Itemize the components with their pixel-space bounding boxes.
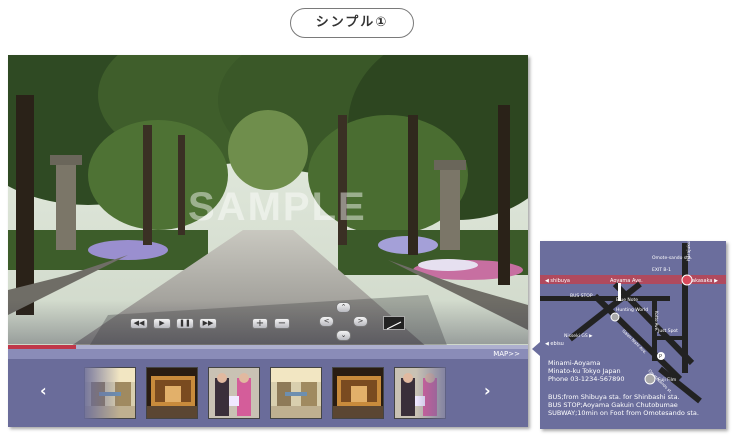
address-line-2: Minato-ku Tokyo Japan xyxy=(548,367,621,375)
pan-up-button[interactable]: ⌃ xyxy=(336,302,351,313)
label-akasaka: akasaka ▶ xyxy=(692,278,718,284)
label-shibuya: ◀ shibuya xyxy=(545,278,570,284)
photo-viewer: SAMPLE ◀◀ ▶ ❚❚ ▶▶ + − ⌃ < > ⌄ MAP>> ‹ › xyxy=(8,55,528,427)
play-button[interactable]: ▶ xyxy=(153,318,171,329)
bus-stop-marker xyxy=(610,312,620,322)
thumbnail-strip: ‹ › xyxy=(8,359,528,427)
rewind-button[interactable]: ◀◀ xyxy=(130,318,148,329)
zoom-in-button[interactable]: + xyxy=(252,318,268,329)
thumbnail-6[interactable] xyxy=(394,367,446,419)
access-block: BUS;from Shibuya sta. for Shinbashi sta.… xyxy=(548,393,699,417)
label-ebisu: ◀ ebisu xyxy=(545,341,564,347)
map-panel-pointer xyxy=(532,342,540,356)
playback-controls: ◀◀ ▶ ❚❚ ▶▶ + − ⌃ < > ⌄ xyxy=(8,300,528,344)
pan-down-button[interactable]: ⌄ xyxy=(336,330,351,341)
page-title: シンプル① xyxy=(290,8,414,38)
thumbnail-prev-icon[interactable]: ‹ xyxy=(40,381,47,400)
address-block: Minami-Aoyama Minato-ku Tokyo Japan Phon… xyxy=(548,359,625,383)
pause-button[interactable]: ❚❚ xyxy=(176,318,194,329)
ebisu-road xyxy=(540,296,670,301)
side-street xyxy=(657,336,682,340)
label-hunting-world: Hunting World xyxy=(616,307,648,313)
station-marker xyxy=(681,274,693,286)
thumbnail-next-icon[interactable]: › xyxy=(484,381,491,400)
fast-forward-button[interactable]: ▶▶ xyxy=(199,318,217,329)
label-just-spot: Just Spot xyxy=(657,328,678,334)
sample-watermark: SAMPLE xyxy=(188,185,367,229)
map-toggle-bar: MAP>> xyxy=(8,349,528,359)
map-panel: ◀ shibuya Aoyama Ave. akasaka ▶ harajuku… xyxy=(532,241,726,429)
label-blue-note: Blue Note xyxy=(616,297,638,303)
thumbnail-5[interactable] xyxy=(332,367,384,419)
access-line-3: SUBWAY;10min on Foot from Omotesando sta… xyxy=(548,409,699,417)
thumbnail-3[interactable] xyxy=(208,367,260,419)
label-nisseki: Nisseki GS ▶ xyxy=(564,333,593,339)
label-omotesando-sta: Omote-sando sta. xyxy=(652,255,692,261)
label-exit: EXIT B-1 xyxy=(652,267,671,273)
thumbnail-2[interactable] xyxy=(146,367,198,419)
fullscreen-icon[interactable] xyxy=(383,316,405,330)
access-line-2: BUS STOP;Aoyama Gakuin Chutobumae xyxy=(548,401,678,409)
access-line-1: BUS;from Shibuya sta. for Shinbashi sta. xyxy=(548,393,680,401)
map-link[interactable]: MAP>> xyxy=(493,349,520,359)
label-kotto: Kotto Ave. xyxy=(654,311,659,331)
pan-right-button[interactable]: > xyxy=(353,316,368,327)
pan-left-button[interactable]: < xyxy=(319,316,334,327)
thumbnail-1[interactable] xyxy=(84,367,136,419)
label-parking: P xyxy=(659,354,662,360)
zoom-out-button[interactable]: − xyxy=(274,318,290,329)
label-bus-stop: BUS STOP xyxy=(570,293,593,299)
address-line-3: Phone 03-1234-567890 xyxy=(548,375,625,383)
address-line-1: Minami-Aoyama xyxy=(548,359,601,367)
thumbnail-4[interactable] xyxy=(270,367,322,419)
label-aoyama: Aoyama Ave. xyxy=(610,278,643,284)
